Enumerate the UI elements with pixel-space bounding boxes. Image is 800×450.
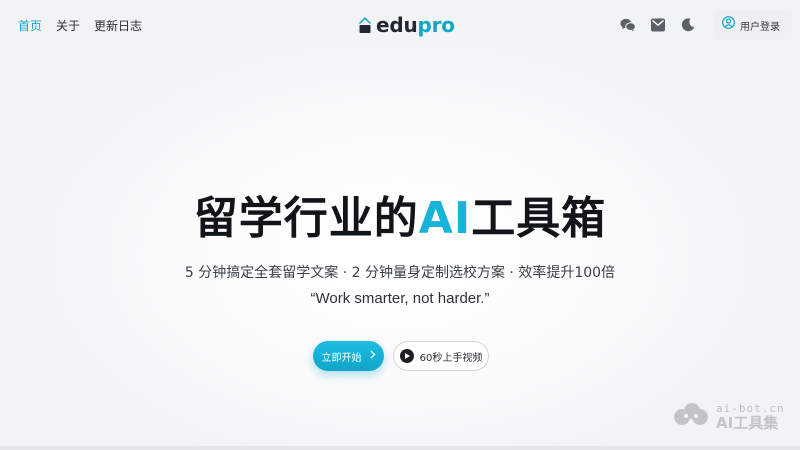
hero-title-accent: AI xyxy=(418,193,472,244)
play-icon xyxy=(399,349,414,363)
brand-logo[interactable]: edupro xyxy=(358,12,455,38)
user-icon xyxy=(722,16,735,34)
watermark-logo-icon xyxy=(672,402,710,431)
bottom-divider xyxy=(0,446,800,450)
header-tools: 用户登录 xyxy=(619,0,792,50)
nav-item-about[interactable]: 关于 xyxy=(56,17,80,34)
mail-icon[interactable] xyxy=(649,16,667,34)
chevron-right-icon xyxy=(370,350,376,362)
watermark-url: ai-bot.cn xyxy=(716,401,785,415)
nav-item-home[interactable]: 首页 xyxy=(18,17,42,34)
hero-quote: “Work smarter, not harder.” xyxy=(310,290,490,307)
logo-house-icon xyxy=(358,17,372,33)
hero-title: 留学行业的AI工具箱 xyxy=(0,182,800,246)
intro-video-button[interactable]: 60秒上手视频 xyxy=(393,341,489,371)
brand-name: edupro xyxy=(376,13,455,37)
login-label: 用户登录 xyxy=(740,21,780,33)
top-header: 首页 关于 更新日志 edupro 用户登录 xyxy=(0,0,800,50)
moon-icon[interactable] xyxy=(679,16,697,34)
nav-item-changelog[interactable]: 更新日志 xyxy=(94,17,142,34)
watermark-name: AI工具集 xyxy=(716,413,779,432)
intro-video-label: 60秒上手视频 xyxy=(419,352,483,364)
hero-subtitle: 5 分钟搞定全套留学文案 · 2 分钟量身定制选校方案 · 效率提升100倍 xyxy=(184,265,616,281)
main-nav: 首页 关于 更新日志 xyxy=(18,0,142,50)
watermark-text: ai-bot.cn AI工具集 xyxy=(716,403,785,431)
watermark: ai-bot.cn AI工具集 xyxy=(672,402,785,431)
hero-title-lead: 留学行业的 xyxy=(193,193,419,244)
hero-title-tail: 工具箱 xyxy=(471,193,607,244)
wechat-icon[interactable] xyxy=(619,16,637,34)
login-button[interactable]: 用户登录 xyxy=(713,10,792,40)
cta-row: 立即开始 60秒上手视频 xyxy=(313,341,489,371)
start-now-button[interactable]: 立即开始 xyxy=(313,341,384,371)
start-now-label: 立即开始 xyxy=(321,352,362,364)
